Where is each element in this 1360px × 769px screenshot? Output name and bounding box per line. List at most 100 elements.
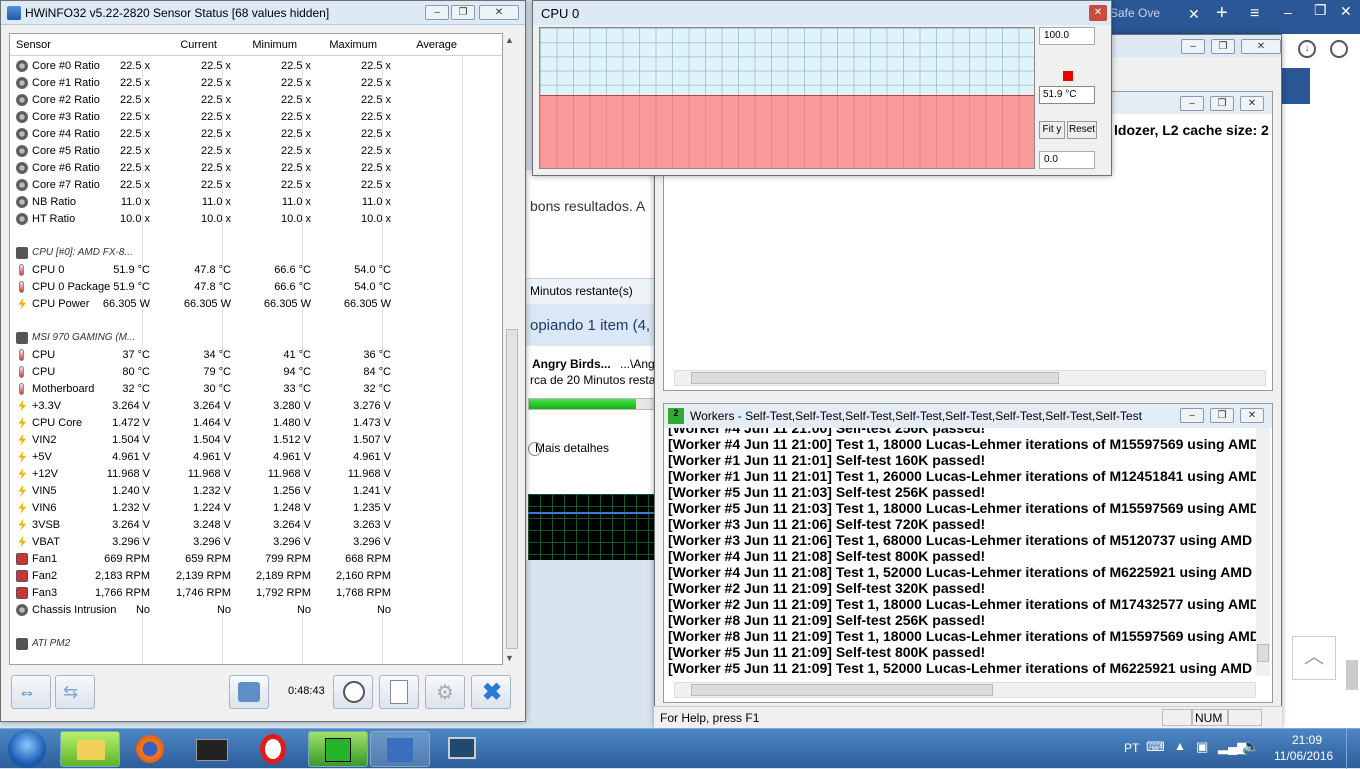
sensor-group-row[interactable]: MSI 970 GAMING (M...	[10, 330, 502, 347]
sensor-row[interactable]	[10, 313, 502, 330]
graph-max-field[interactable]: 100.0	[1039, 27, 1095, 45]
taskbar-explorer[interactable]	[60, 731, 120, 767]
hscroll-thumb[interactable]	[691, 372, 1059, 384]
graph-current-field[interactable]: 51.9 °C	[1039, 86, 1095, 104]
sensor-row[interactable]: +3.3V 3.264 V 3.264 V 3.280 V 3.276 V	[10, 398, 502, 415]
hwinfo-maximize-button[interactable]: ❐	[451, 5, 475, 20]
sensor-row[interactable]	[10, 228, 502, 245]
sensor-group-row[interactable]: ATI PM2	[10, 636, 502, 653]
show-desktop-button[interactable]	[1346, 729, 1360, 769]
reset-button[interactable]: Reset	[1067, 121, 1097, 139]
sensor-group-row[interactable]: CPU [#0]: AMD FX-8...	[10, 245, 502, 262]
language-indicator[interactable]: PT	[1124, 741, 1139, 755]
network-button[interactable]	[229, 675, 269, 709]
workers-minimize-button[interactable]: –	[1180, 408, 1204, 423]
sensor-row[interactable]: VIN6 1.232 V 1.224 V 1.248 V 1.235 V	[10, 500, 502, 517]
sensor-row[interactable]: CPU 80 °C 79 °C 94 °C 84 °C	[10, 364, 502, 381]
sensor-row[interactable]: Fan2 2,183 RPM 2,139 RPM 2,189 RPM 2,160 RPM	[10, 568, 502, 585]
sensor-row[interactable]: Core #6 Ratio 22.5 x 22.5 x 22.5 x 22.5 x	[10, 160, 502, 177]
maximize-icon[interactable]: ❐	[1314, 2, 1327, 19]
scroll-top-button[interactable]: ︿	[1292, 636, 1336, 680]
graph-min-field[interactable]: 0.0	[1039, 151, 1095, 169]
graph-color-indicator[interactable]	[1063, 71, 1073, 81]
expand-button[interactable]: ⇔	[11, 675, 51, 709]
sensor-row[interactable]: Fan1 669 RPM 659 RPM 799 RPM 668 RPM	[10, 551, 502, 568]
sensor-row[interactable]: Core #3 Ratio 22.5 x 22.5 x 22.5 x 22.5 x	[10, 109, 502, 126]
main-child-hscrollbar[interactable]	[674, 370, 1266, 386]
graph-close-button[interactable]: ✕	[1089, 5, 1107, 21]
taskbar-opera[interactable]	[246, 731, 306, 767]
col-header-sensor[interactable]: Sensor	[16, 39, 51, 51]
minimize-icon[interactable]: –	[1284, 4, 1292, 20]
sensor-row[interactable]: CPU 0 Package 51.9 °C 47.8 °C 66.6 °C 54.0 °…	[10, 279, 502, 296]
col-header-current[interactable]: Current	[180, 39, 217, 51]
prime95-minimize-button[interactable]: –	[1181, 39, 1205, 54]
workers-vscrollbar[interactable]	[1256, 428, 1270, 676]
volume-icon[interactable]: 🔈	[1242, 738, 1259, 755]
sensor-row[interactable]: Motherboard 32 °C 30 °C 33 °C 32 °C	[10, 381, 502, 398]
sensor-row[interactable]	[10, 619, 502, 636]
close-icon[interactable]: ✕	[1340, 3, 1352, 20]
more-details-link[interactable]: Mais detalhes	[535, 441, 609, 455]
sensor-row[interactable]: CPU 0 51.9 °C 47.8 °C 66.6 °C 54.0 °C	[10, 262, 502, 279]
sensor-row[interactable]: Core #0 Ratio 22.5 x 22.5 x 22.5 x 22.5 x	[10, 58, 502, 75]
taskbar-prime95[interactable]	[308, 731, 368, 767]
network-error-icon[interactable]: ▣	[1196, 739, 1208, 755]
taskbar-firefox[interactable]	[122, 731, 182, 767]
clock-button[interactable]	[333, 675, 373, 709]
child-minimize-button[interactable]: –	[1180, 96, 1204, 111]
workers-maximize-button[interactable]: ❐	[1210, 408, 1234, 423]
clock-time[interactable]: 21:09	[1292, 733, 1322, 747]
sensor-row[interactable]: Core #5 Ratio 22.5 x 22.5 x 22.5 x 22.5 x	[10, 143, 502, 160]
hwinfo-minimize-button[interactable]: –	[425, 5, 449, 20]
sensor-row[interactable]: VBAT 3.296 V 3.296 V 3.296 V 3.296 V	[10, 534, 502, 551]
table-vscroll-down[interactable]: ▼	[505, 653, 514, 663]
tab-menu-icon[interactable]: ≡	[1250, 5, 1259, 23]
tray-expand-icon[interactable]: ▲	[1174, 739, 1186, 753]
taskbar-monitor[interactable]	[432, 731, 492, 767]
collapse-button[interactable]: ⇆	[55, 675, 95, 709]
col-header-minimum[interactable]: Minimum	[252, 39, 297, 51]
keyboard-icon[interactable]: ⌨	[1146, 739, 1165, 755]
clock-date[interactable]: 11/06/2016	[1274, 749, 1333, 763]
browser-tab[interactable]: Safe Ove	[1110, 6, 1180, 28]
sensor-row[interactable]: Core #2 Ratio 22.5 x 22.5 x 22.5 x 22.5 x	[10, 92, 502, 109]
sensor-row[interactable]: Chassis Intrusion No No No No	[10, 602, 502, 619]
sensor-row[interactable]: VIN5 1.240 V 1.232 V 1.256 V 1.241 V	[10, 483, 502, 500]
sensor-row[interactable]: VIN2 1.504 V 1.504 V 1.512 V 1.507 V	[10, 432, 502, 449]
new-tab-icon[interactable]: +	[1216, 2, 1228, 25]
sensor-row[interactable]: NB Ratio 11.0 x 11.0 x 11.0 x 11.0 x	[10, 194, 502, 211]
close-sensors-button[interactable]: ✖	[471, 675, 511, 709]
page-scrollbar[interactable]	[1346, 660, 1358, 690]
hwinfo-close-button[interactable]: ✕	[479, 5, 519, 20]
taskbar-hwinfo[interactable]	[370, 731, 430, 767]
prime95-maximize-button[interactable]: ❐	[1211, 39, 1235, 54]
workers-hscroll-thumb[interactable]	[691, 684, 993, 696]
settings-button[interactable]: ⚙	[425, 675, 465, 709]
col-header-average[interactable]: Average	[416, 39, 457, 51]
workers-hscrollbar[interactable]	[674, 682, 1256, 698]
fit-y-button[interactable]: Fit y	[1039, 121, 1065, 139]
profile-icon[interactable]	[1330, 40, 1348, 58]
download-icon[interactable]: ↓	[1298, 40, 1316, 58]
start-button[interactable]	[8, 730, 46, 768]
sensor-row[interactable]: HT Ratio 10.0 x 10.0 x 10.0 x 10.0 x	[10, 211, 502, 228]
sensor-row[interactable]: Core #1 Ratio 22.5 x 22.5 x 22.5 x 22.5 x	[10, 75, 502, 92]
sensor-row[interactable]: Core #4 Ratio 22.5 x 22.5 x 22.5 x 22.5 x	[10, 126, 502, 143]
child-maximize-button[interactable]: ❐	[1210, 96, 1234, 111]
taskbar-soundblaster[interactable]	[184, 731, 244, 767]
sensor-row[interactable]: Fan3 1,766 RPM 1,746 RPM 1,792 RPM 1,768 RPM	[10, 585, 502, 602]
workers-vscroll-thumb[interactable]	[1257, 644, 1269, 662]
sensor-row[interactable]: +12V 11.968 V 11.968 V 11.968 V 11.968 V	[10, 466, 502, 483]
col-header-maximum[interactable]: Maximum	[329, 39, 377, 51]
workers-close-button[interactable]: ✕	[1240, 408, 1264, 423]
child-close-button[interactable]: ✕	[1240, 96, 1264, 111]
sensor-row[interactable]: CPU Power 66.305 W 66.305 W 66.305 W 66.305 …	[10, 296, 502, 313]
table-vscroll-thumb[interactable]	[506, 329, 518, 649]
prime95-close-button[interactable]: ✕	[1241, 39, 1281, 54]
table-vscroll-up[interactable]: ▲	[505, 35, 514, 45]
sensor-row[interactable]: 3VSB 3.264 V 3.248 V 3.264 V 3.263 V	[10, 517, 502, 534]
sensor-row[interactable]: CPU Core 1.472 V 1.464 V 1.480 V 1.473 V	[10, 415, 502, 432]
sensor-row[interactable]: CPU 37 °C 34 °C 41 °C 36 °C	[10, 347, 502, 364]
sensor-row[interactable]: +5V 4.961 V 4.961 V 4.961 V 4.961 V	[10, 449, 502, 466]
